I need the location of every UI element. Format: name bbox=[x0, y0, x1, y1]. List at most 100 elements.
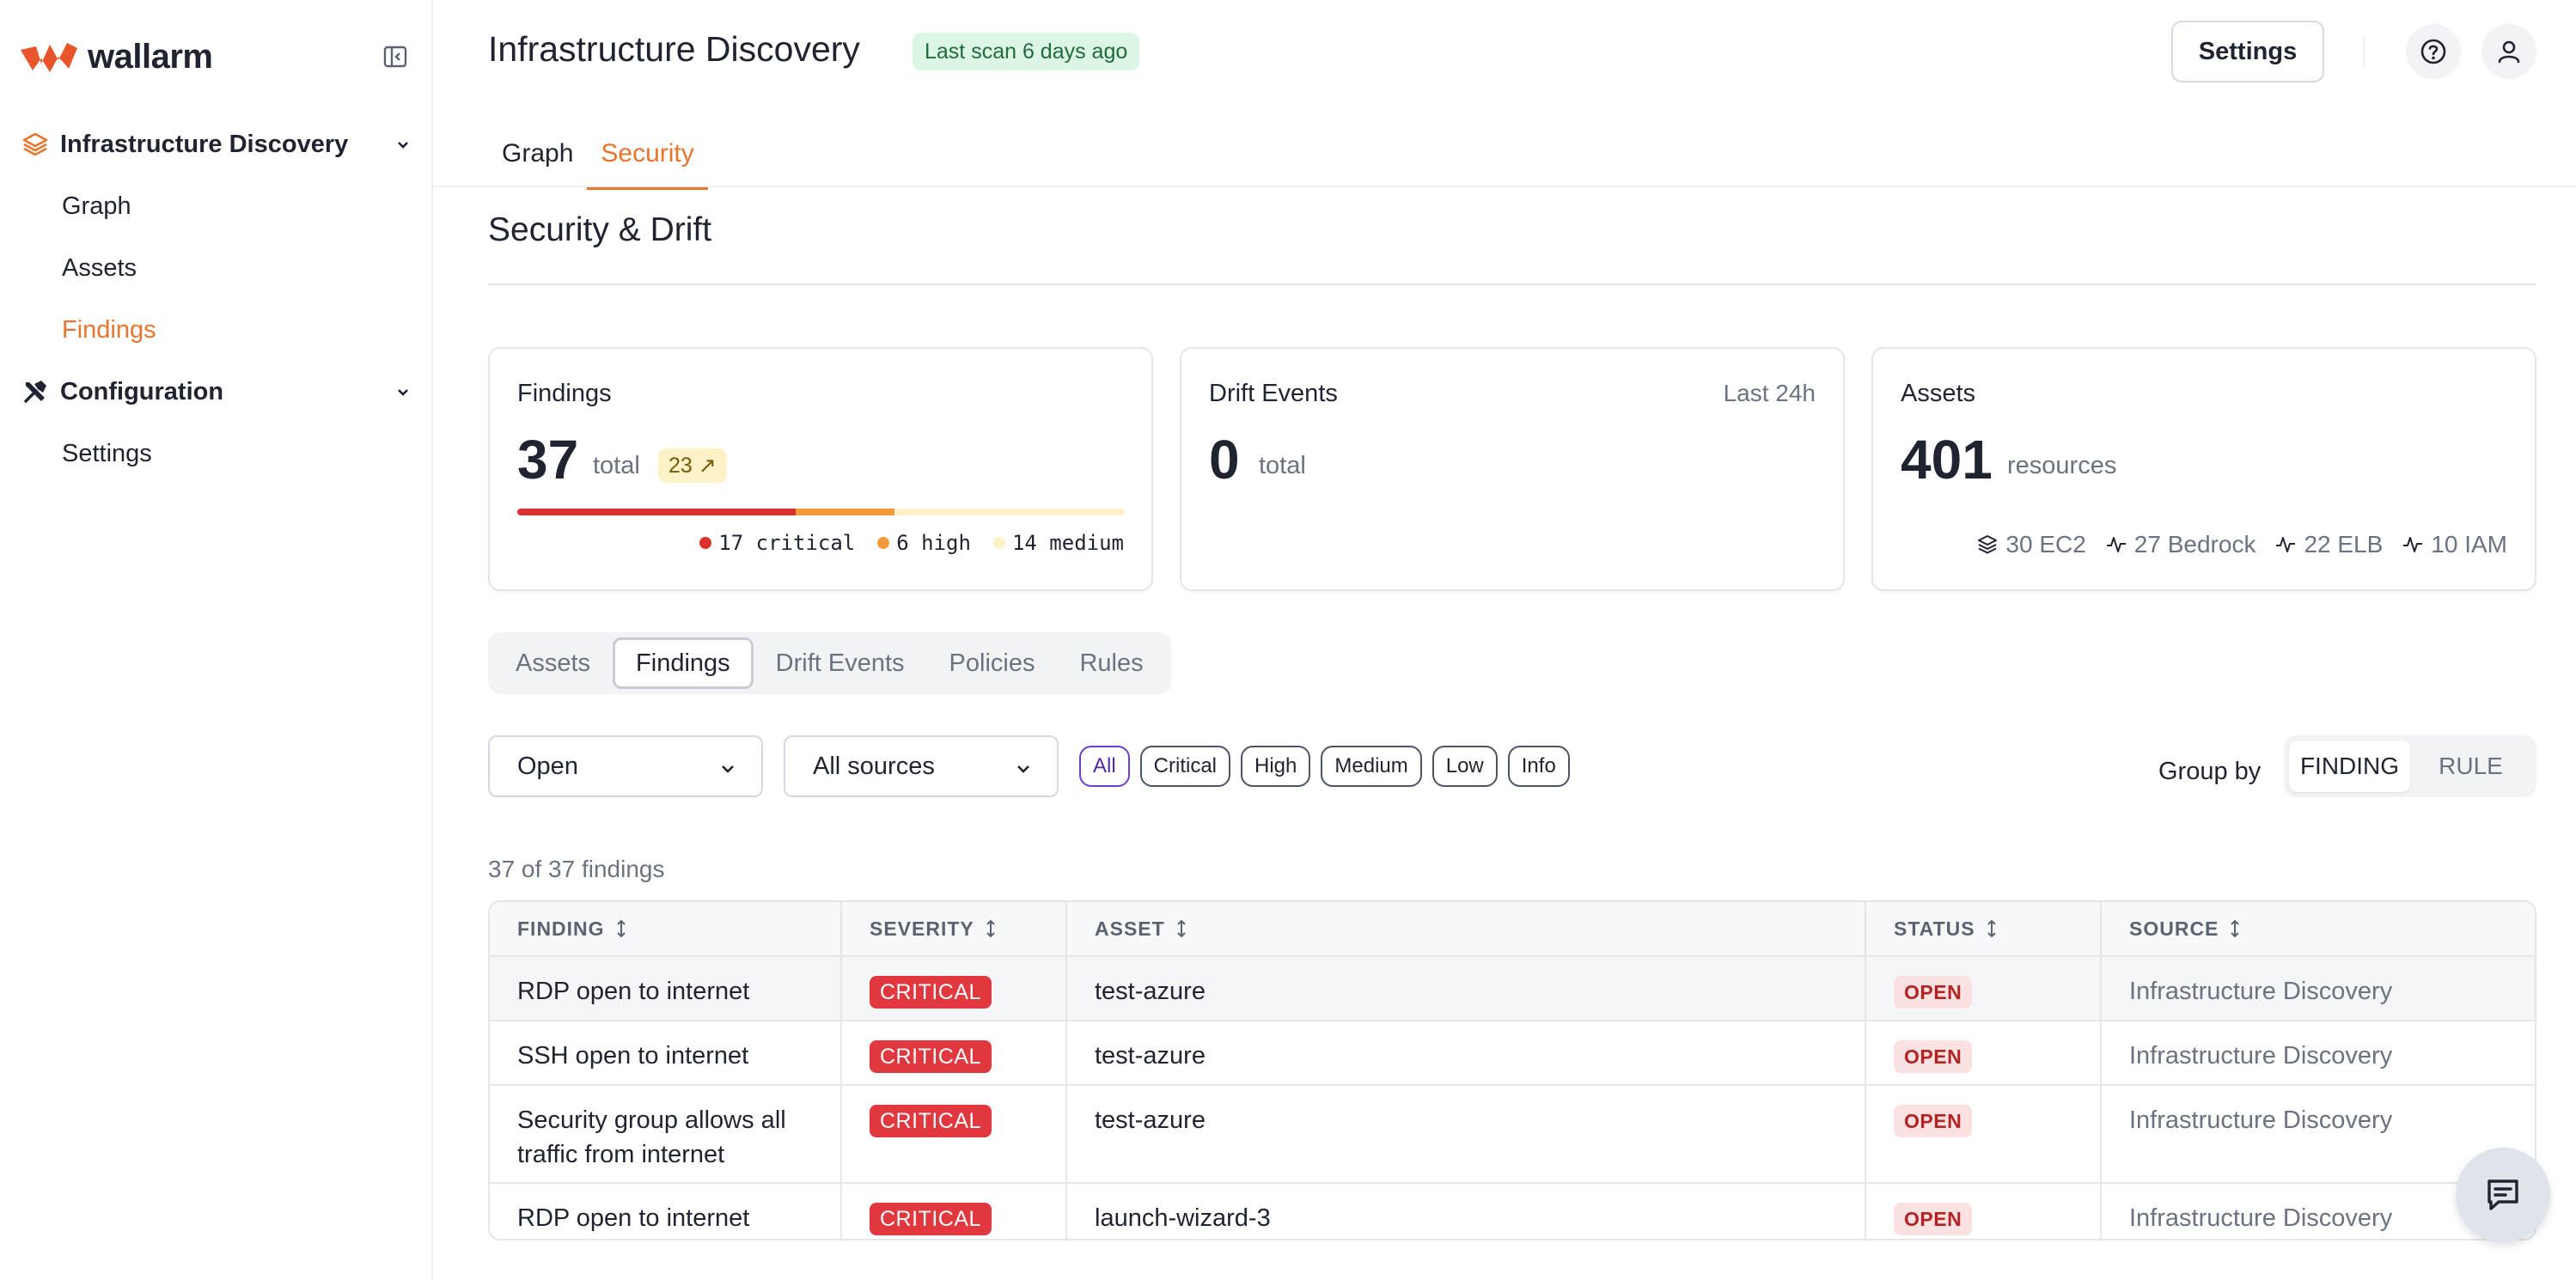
page-title: Infrastructure Discovery bbox=[488, 29, 860, 69]
cell-finding: RDP open to internet bbox=[490, 957, 842, 1020]
asset-type-label: 30 EC2 bbox=[2005, 531, 2086, 558]
severity-bar-medium bbox=[894, 509, 1124, 515]
severity-bar bbox=[517, 509, 1124, 515]
sidebar-group-infrastructure-discovery[interactable]: Infrastructure Discovery bbox=[21, 119, 412, 170]
sidebar-collapse-icon[interactable] bbox=[382, 43, 409, 70]
severity-badge: CRITICAL bbox=[870, 1203, 992, 1235]
cell-status: OPEN bbox=[1866, 1086, 2102, 1182]
column-header-finding[interactable]: FINDING bbox=[490, 902, 842, 955]
sidebar-item-graph[interactable]: Graph bbox=[62, 186, 131, 227]
severity-legend: 17 critical 6 high 14 medium bbox=[677, 531, 1124, 555]
table-row[interactable]: SSH open to internet CRITICAL test-azure… bbox=[490, 1021, 2535, 1086]
subtab-policies[interactable]: Policies bbox=[927, 637, 1058, 689]
table-row[interactable]: RDP open to internet CRITICAL test-azure… bbox=[490, 957, 2535, 1021]
cell-asset: test-azure bbox=[1067, 1086, 1866, 1182]
column-header-asset[interactable]: ASSET bbox=[1067, 902, 1866, 955]
chip-critical[interactable]: Critical bbox=[1139, 746, 1231, 787]
source-select[interactable]: All sources bbox=[784, 735, 1059, 797]
sort-icon bbox=[1176, 919, 1186, 938]
logo[interactable]: wallarm bbox=[19, 34, 213, 79]
group-by-label: Group by bbox=[2158, 758, 2262, 785]
asset-type-ec2: 30 EC2 bbox=[1976, 531, 2086, 558]
sidebar-group-configuration[interactable]: Configuration bbox=[21, 366, 412, 418]
drift-events-card: Drift Events Last 24h 0 total bbox=[1180, 347, 1845, 591]
chip-low[interactable]: Low bbox=[1431, 746, 1498, 787]
sidebar-item-assets[interactable]: Assets bbox=[62, 247, 137, 289]
legend-critical: 17 critical bbox=[699, 531, 855, 555]
table-row[interactable]: Security group allows all traffic from i… bbox=[490, 1086, 2535, 1184]
sort-icon bbox=[1987, 919, 1996, 938]
asset-type-elb: 22 ELB bbox=[2274, 531, 2383, 558]
table-header: FINDING SEVERITY ASSET STATUS SOURCE bbox=[490, 902, 2535, 957]
sidebar-item-settings[interactable]: Settings bbox=[62, 433, 152, 474]
cell-finding: RDP open to internet bbox=[490, 1184, 842, 1239]
last-scan-badge: Last scan 6 days ago bbox=[913, 33, 1140, 70]
activity-icon bbox=[2403, 537, 2423, 552]
sort-icon bbox=[986, 919, 995, 938]
subtab-drift-events[interactable]: Drift Events bbox=[754, 637, 927, 689]
help-icon bbox=[2420, 39, 2446, 64]
column-label: FINDING bbox=[517, 917, 605, 940]
group-by-rule[interactable]: RULE bbox=[2410, 741, 2531, 792]
user-icon bbox=[2498, 40, 2520, 64]
subtab-findings[interactable]: Findings bbox=[613, 637, 754, 689]
cell-status: OPEN bbox=[1866, 1184, 2102, 1239]
asset-type-label: 27 Bedrock bbox=[2133, 531, 2256, 558]
cell-asset: launch-wizard-3 bbox=[1067, 1184, 1866, 1239]
user-menu-button[interactable] bbox=[2481, 24, 2536, 79]
column-label: SEVERITY bbox=[870, 917, 974, 940]
legend-medium-label: 14 medium bbox=[1011, 531, 1124, 555]
table-row[interactable]: RDP open to internet CRITICAL launch-wiz… bbox=[490, 1184, 2535, 1239]
wallarm-logo-icon bbox=[21, 43, 77, 72]
chip-info[interactable]: Info bbox=[1507, 746, 1570, 787]
findings-card: Findings 37 total 23 ↗ 17 critical 6 hig… bbox=[488, 347, 1153, 591]
status-select[interactable]: Open bbox=[488, 735, 763, 797]
assets-card: Assets 401 resources 30 EC2 27 Bedrock 2… bbox=[1871, 347, 2536, 591]
help-button[interactable] bbox=[2406, 24, 2461, 79]
cell-asset: test-azure bbox=[1067, 957, 1866, 1020]
column-header-source[interactable]: SOURCE bbox=[2102, 902, 2535, 955]
asset-type-legend: 30 EC2 27 Bedrock 22 ELB 10 IAM bbox=[1957, 531, 2507, 558]
legend-high: 6 high bbox=[877, 531, 971, 555]
group-by-finding[interactable]: FINDING bbox=[2289, 741, 2410, 792]
page-tabs: Graph Security bbox=[488, 129, 708, 190]
settings-button[interactable]: Settings bbox=[2171, 21, 2324, 82]
tab-graph[interactable]: Graph bbox=[488, 129, 587, 190]
chevron-down-icon bbox=[398, 142, 408, 149]
layers-icon bbox=[22, 132, 48, 156]
cell-severity: CRITICAL bbox=[842, 957, 1067, 1020]
section-title: Security & Drift bbox=[488, 211, 712, 248]
section-subtabs: Assets Findings Drift Events Policies Ru… bbox=[488, 632, 1171, 694]
chat-icon bbox=[2487, 1179, 2518, 1210]
sidebar-group-label: Configuration bbox=[60, 377, 224, 405]
activity-icon bbox=[2276, 537, 2296, 552]
layers-icon bbox=[1978, 535, 1998, 554]
status-badge: OPEN bbox=[1894, 1105, 1973, 1137]
subtab-rules[interactable]: Rules bbox=[1057, 637, 1165, 689]
drift-unit: total bbox=[1259, 452, 1306, 479]
sidebar-item-findings[interactable]: Findings bbox=[62, 309, 156, 350]
cell-status: OPEN bbox=[1866, 957, 2102, 1020]
subtab-assets[interactable]: Assets bbox=[493, 637, 613, 689]
legend-critical-label: 17 critical bbox=[718, 531, 856, 555]
findings-total: 37 bbox=[517, 429, 579, 491]
tools-icon bbox=[24, 381, 46, 403]
activity-icon bbox=[2106, 537, 2126, 552]
group-by-toggle: FINDING RULE bbox=[2284, 735, 2536, 797]
chip-medium[interactable]: Medium bbox=[1321, 746, 1422, 787]
column-header-severity[interactable]: SEVERITY bbox=[842, 902, 1067, 955]
legend-medium: 14 medium bbox=[992, 531, 1124, 555]
sort-icon bbox=[616, 919, 626, 938]
cell-status: OPEN bbox=[1866, 1021, 2102, 1084]
chip-high[interactable]: High bbox=[1241, 746, 1311, 787]
cell-asset: test-azure bbox=[1067, 1021, 1866, 1084]
critical-dot-icon bbox=[699, 537, 712, 549]
card-title: Findings bbox=[517, 380, 612, 407]
severity-filter-chips: All Critical High Medium Low Info bbox=[1079, 746, 1580, 787]
column-header-status[interactable]: STATUS bbox=[1866, 902, 2102, 955]
chevron-down-icon bbox=[398, 389, 408, 396]
tab-security[interactable]: Security bbox=[587, 129, 708, 190]
chip-all[interactable]: All bbox=[1079, 746, 1130, 787]
chat-button[interactable] bbox=[2456, 1148, 2550, 1242]
asset-type-bedrock: 27 Bedrock bbox=[2105, 531, 2256, 558]
